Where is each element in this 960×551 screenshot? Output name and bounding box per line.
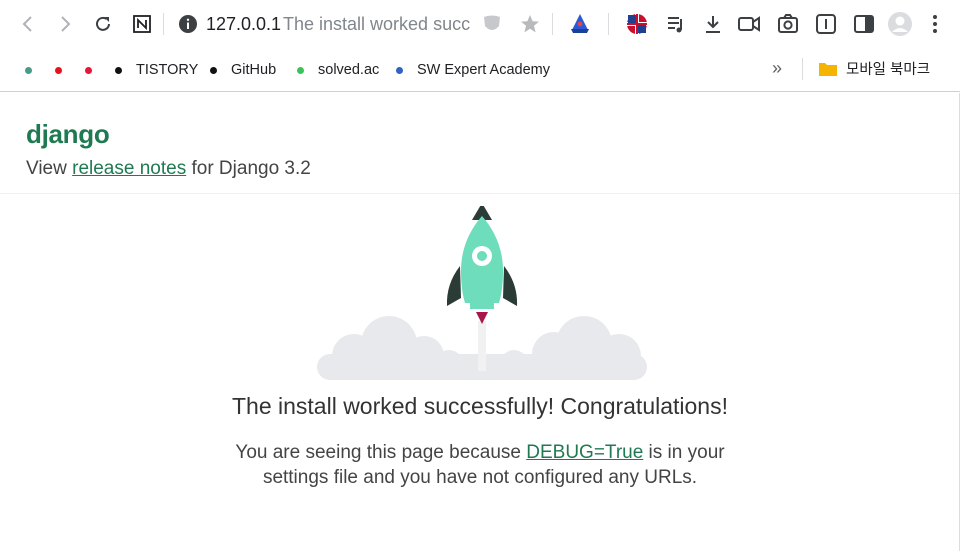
toolbar-divider [552,13,553,35]
toolbar-divider [163,13,164,35]
favicon-dot-icon [297,66,304,74]
rocket-illustration [317,206,647,380]
debug-description: You are seeing this page because DEBUG=T… [230,440,730,490]
text-cursor-icon [816,14,836,34]
chevron-right-icon [61,16,71,32]
screenshot-button[interactable] [774,10,802,38]
rocket-right-fin [503,266,518,306]
flag-icon [627,14,647,34]
bookmark-item[interactable] [55,60,76,80]
release-notes-link[interactable]: release notes [72,158,186,179]
favicon-dot-icon [210,66,217,74]
extension-wizard-button[interactable] [566,10,594,38]
bookmark-solved-ac[interactable]: solved.ac [297,60,379,80]
favicon-dot-icon [55,66,62,74]
url-host: 127.0.0.1 [206,14,282,34]
info-icon[interactable] [178,14,198,34]
release-prefix: View [26,158,73,179]
bookmark-label: TISTORY [136,62,199,78]
favicon-dot-icon [396,66,403,74]
bookmark-item[interactable] [85,60,106,80]
side-panel-icon [854,15,874,33]
folder-icon [819,62,837,76]
reload-icon [96,16,110,31]
mobile-bookmarks-folder[interactable]: 모바일 북마크 [818,58,930,79]
forward-button[interactable] [51,10,79,38]
camera-icon [778,14,798,33]
bookmarks-bar: TISTORY GitHub solved.ac SW Expert Acade… [0,48,960,92]
rocket-flame [476,312,488,324]
back-button[interactable] [14,10,42,38]
download-button[interactable] [699,10,727,38]
release-suffix: for Django 3.2 [186,158,311,179]
extension-translate-button[interactable] [623,10,651,38]
debug-docs-link[interactable]: DEBUG=True [526,442,643,463]
profile-button[interactable] [886,10,914,38]
congrats-heading: The install worked successfully! Congrat… [231,393,728,419]
bookmarks-divider [802,58,803,80]
rocket-base [470,303,494,309]
release-notes-line: View release notes for Django 3.2 [26,158,311,180]
media-playlist-button[interactable] [662,10,690,38]
side-panel-button[interactable] [850,10,878,38]
bookmark-sw-expert-academy[interactable]: SW Expert Academy [396,60,550,80]
toolbar-divider [608,13,609,35]
download-icon [706,16,720,33]
chevron-left-icon [22,16,32,32]
rocket-left-fin [446,266,461,306]
bookmark-label: SW Expert Academy [417,62,550,78]
browser-toolbar: 127.0.0.1 The install worked succ [0,0,960,48]
django-welcome-page: django View release notes for Django 3.2… [0,93,960,551]
favicon-dot-icon [25,66,32,74]
video-capture-button[interactable] [735,10,763,38]
page-header: django View release notes for Django 3.2 [0,93,960,194]
more-vert-icon [933,15,937,33]
extension-text-button[interactable] [812,10,840,38]
bookmark-star-button[interactable] [516,10,544,38]
favicon-dot-icon [115,66,122,74]
menu-button[interactable] [921,10,949,38]
bookmark-item[interactable] [25,60,46,80]
star-icon [521,15,539,33]
video-camera-icon [738,16,760,32]
notion-icon [133,15,151,33]
reload-button[interactable] [89,10,117,38]
django-logo[interactable]: django [26,119,110,150]
exhaust-trail [478,321,486,371]
bookmark-github[interactable]: GitHub [210,60,276,80]
bookmarks-overflow-button[interactable]: » [772,58,782,79]
avatar-icon [888,12,912,36]
favicon-dot-icon [85,66,92,74]
playlist-icon [668,17,682,33]
notion-extension-button[interactable] [128,10,156,38]
shield-icon [484,15,500,30]
bookmark-label: solved.ac [318,62,380,78]
bookmark-label: GitHub [231,62,277,78]
extension-shield-button[interactable] [478,10,506,38]
desc-prefix: You are seeing this page because [235,442,527,463]
folder-label: 모바일 북마크 [846,62,931,78]
wizard-hat-icon [571,14,589,33]
bookmark-tistory[interactable]: TISTORY [115,60,198,80]
